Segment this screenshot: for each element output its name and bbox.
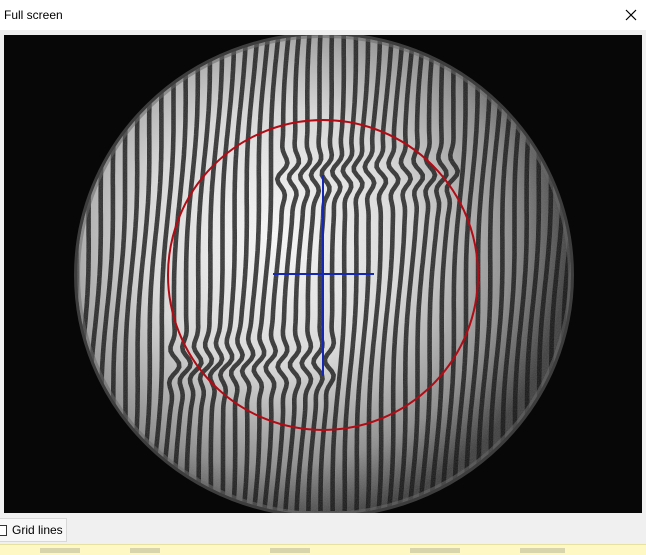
grid-lines-label: Grid lines [12, 523, 63, 537]
interferogram-view[interactable] [4, 35, 642, 513]
strip-mark [410, 548, 460, 553]
strip-mark [130, 548, 160, 553]
close-icon [625, 9, 637, 21]
title-bar: Full screen [0, 0, 646, 30]
window-title: Full screen [4, 8, 63, 22]
underlying-window-strip [0, 544, 646, 555]
strip-mark [40, 548, 80, 553]
checkbox-box[interactable] [0, 524, 7, 536]
grid-lines-checkbox[interactable]: Grid lines [0, 518, 67, 542]
strip-mark [520, 548, 565, 553]
client-area: Grid lines [0, 30, 646, 555]
strip-mark [270, 548, 310, 553]
status-bar: Grid lines [0, 514, 646, 544]
close-button[interactable] [616, 2, 646, 28]
